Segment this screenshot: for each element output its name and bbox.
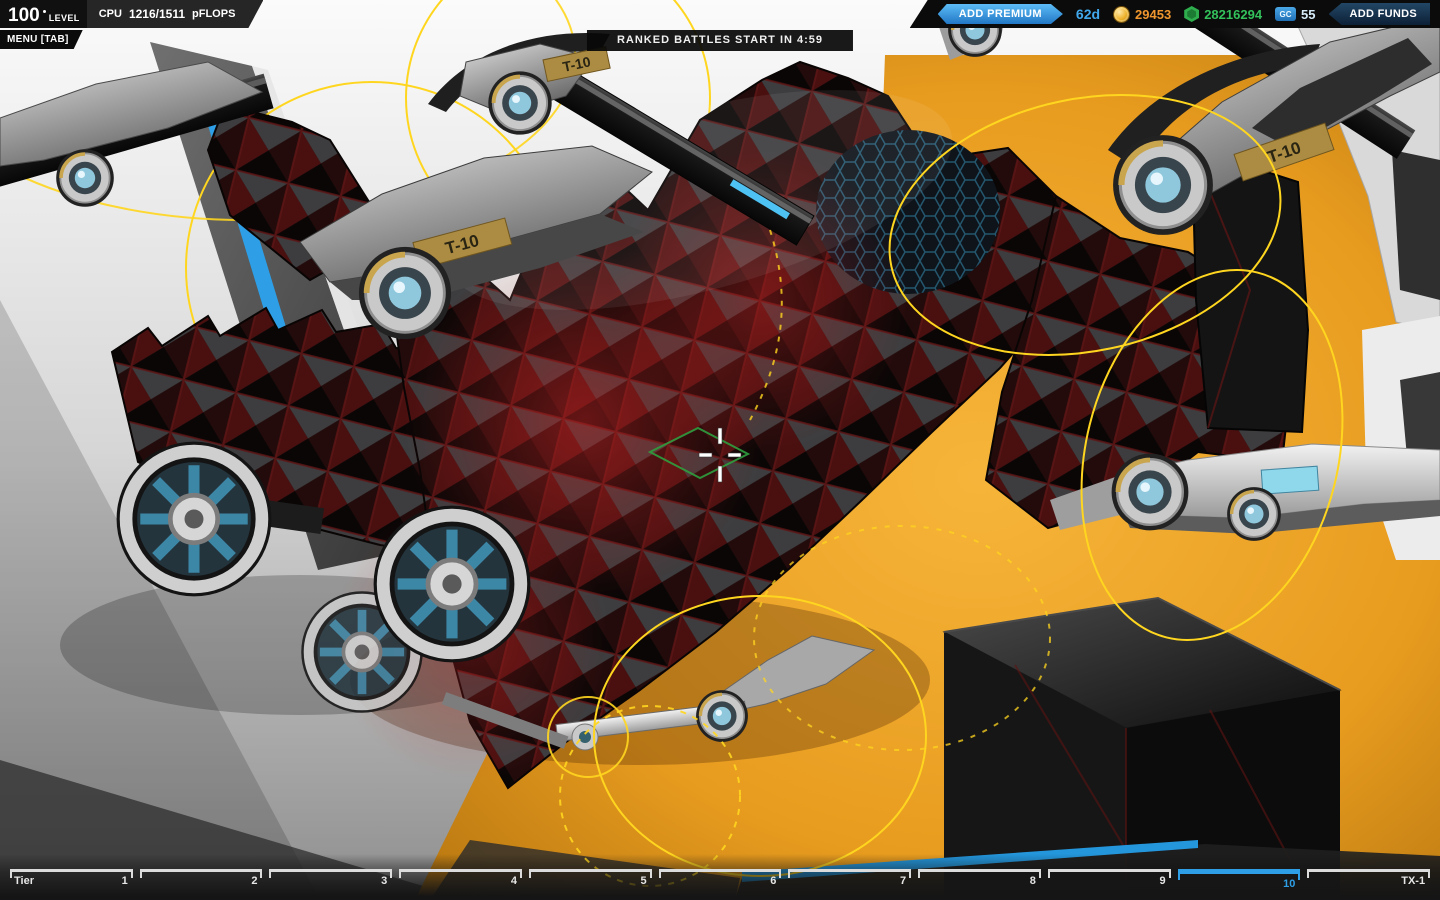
robits-value: 29453 [1135,6,1172,22]
cpu-unit: pFLOPS [192,8,236,20]
parts-hexagon-icon [1184,6,1200,22]
wheel[interactable] [117,442,272,597]
tier-bar: Tier 1 2 3 4 5 6 7 8 9 10 TX-1 [0,854,1440,900]
cpu-value: 1216/1511 [128,7,186,21]
menu-button[interactable]: MENU [TAB] [0,30,83,49]
wheel[interactable] [374,506,531,663]
arm-joint[interactable] [695,689,749,743]
tier-segment-active: 10 [1177,869,1301,894]
tier-label: 3 [381,875,388,887]
gc-value: 55 [1301,6,1316,22]
tier-segment: 6 [658,869,782,892]
parts-balance: 28216294 [1184,6,1262,22]
add-funds-button[interactable]: ADD FUNDS [1328,3,1430,25]
arm-joint[interactable] [1113,135,1213,235]
tier-segment: 3 [269,869,393,892]
gc-balance: GC 55 [1275,6,1316,22]
tier-label: 7 [900,875,907,887]
top-right-bar: ADD PREMIUM 62d 29453 28216294 GC 55 ADD… [909,0,1440,28]
tier-label: 6 [770,875,777,887]
tier-label: 2 [251,875,258,887]
add-premium-button[interactable]: ADD PREMIUM [938,4,1063,24]
tier-segment: Tier 1 [10,869,133,892]
tier-track: Tier 1 2 3 4 5 6 7 8 9 10 TX-1 [10,869,1431,894]
tier-segment: 7 [788,869,912,892]
top-left-bar: 100 LEVEL CPU 1216/1511 pFLOPS [0,0,263,28]
arm-joint[interactable] [1112,454,1189,531]
cpu-indicator: CPU 1216/1511 pFLOPS [87,0,264,28]
ranked-battles-banner: RANKED BATTLES START IN 4:59 [586,30,854,51]
arm-joint[interactable] [487,70,553,136]
premium-days: 62d [1075,6,1101,22]
parts-value: 28216294 [1204,6,1263,22]
arm-joint[interactable] [55,148,115,208]
tier-label: 5 [640,875,647,887]
tier-segment: 8 [918,869,1041,892]
level-dot-icon [42,10,46,13]
tier-label: 10 [1283,878,1296,890]
level-label: LEVEL [48,13,80,23]
tier-segment: 5 [528,869,652,892]
tier-segment: 4 [399,869,522,892]
garage-3d-scene[interactable]: T-10 T-10 T-10 [0,0,1440,900]
arm-joint[interactable] [359,247,451,339]
tier-label: 9 [1159,875,1166,887]
game-window: T-10 T-10 T-10 100 LEVEL CPU 1216/1511 p… [0,0,1440,900]
tier-segment: 2 [139,869,263,892]
gc-icon: GC [1275,7,1297,21]
robits-coin-icon [1113,5,1131,23]
tier-label: TX-1 [1401,875,1426,887]
robits-balance: 29453 [1113,5,1172,23]
arm-joint[interactable] [1226,486,1282,542]
tier-label: 1 [121,875,128,887]
tier-axis-label: Tier [14,875,34,887]
tier-label: 8 [1029,875,1036,887]
level-value: 100 [8,4,40,26]
tier-segment: TX-1 [1307,869,1431,892]
tier-segment: 9 [1047,869,1171,892]
tier-label: 4 [510,875,517,887]
level-indicator: 100 LEVEL [0,0,87,28]
cpu-label: CPU [98,8,122,20]
